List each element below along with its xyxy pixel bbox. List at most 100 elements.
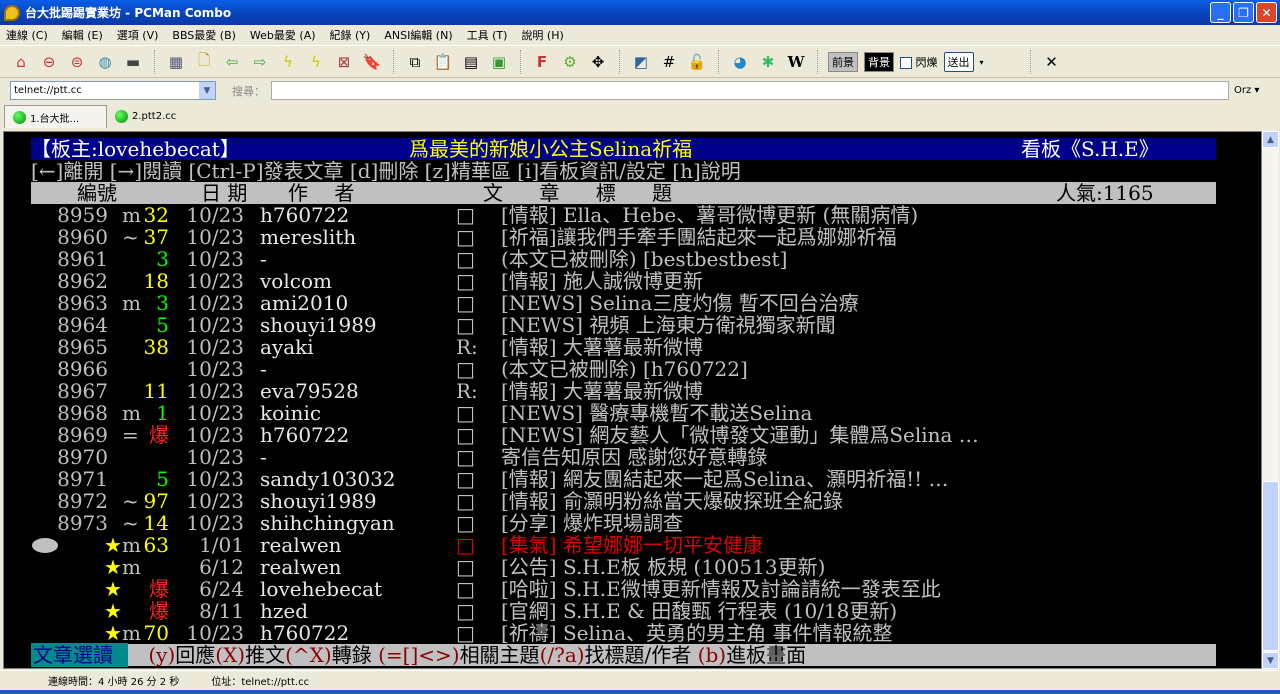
globe-icon[interactable]: ◍ xyxy=(94,51,116,73)
article-flag: □ xyxy=(456,533,475,557)
article-row[interactable]: 8968 m 1 10/23 koinic □ [NEWS] 醫療專機暫不載送Selina xyxy=(4,401,1261,425)
article-author: sandy103032 xyxy=(260,467,396,491)
screen-icon[interactable]: ◩ xyxy=(630,51,652,73)
push-count: 32 xyxy=(143,203,169,227)
col-num: 編號 xyxy=(77,181,117,205)
move-icon[interactable]: ✥ xyxy=(587,51,609,73)
paste-icon[interactable]: 📋 xyxy=(432,51,454,73)
menu-item[interactable]: 編輯 (E) xyxy=(62,27,103,43)
menu-item[interactable]: 紀錄 (Y) xyxy=(330,27,371,43)
back-icon[interactable]: ⇦ xyxy=(221,51,243,73)
article-row[interactable]: 8970 10/23- □ 寄信告知原因 感謝您好意轉錄 xyxy=(4,446,1261,468)
article-number: 8969 xyxy=(57,423,108,447)
menu-item[interactable]: 說明 (H) xyxy=(521,27,563,43)
footer-action: 進板畫面 xyxy=(726,643,807,667)
close-button[interactable]: ✕ xyxy=(1256,2,1277,23)
article-row[interactable]: ★ 爆 6/24 lovehebecat □ [哈啦] S.H.E微博更新情報及討論請統… xyxy=(4,577,1261,601)
article-date: 10/23 xyxy=(186,357,244,381)
article-row[interactable]: 8963 m 3 10/23 ami2010 □ [NEWS] Selina三度灼傷 暫不回… xyxy=(4,291,1261,315)
menu-item[interactable]: 選項 (V) xyxy=(117,27,159,43)
forward-icon[interactable]: ⇨ xyxy=(249,51,271,73)
footer-bar: 文章選讀 (y)回應(X)推文(^X)轉錄 (=[]<>)相關主題(/?a)找標… xyxy=(31,643,1216,667)
cursor-icon xyxy=(32,538,58,553)
terminal-screen[interactable]: 【板主:lovehebecat】 爲最美的新娘小公主Selina祈福 看板《S.… xyxy=(3,131,1262,669)
copy-icon[interactable]: ⧉ xyxy=(404,51,426,73)
lock-icon[interactable]: 🔓 xyxy=(686,51,708,73)
ascii-table-icon[interactable]: # xyxy=(658,51,680,73)
close-toolbar-icon[interactable]: ✕ xyxy=(1041,51,1063,73)
article-row[interactable]: 8969 = 爆 10/23 h760722 □ [NEWS] 網友藝人「微博發文運動」集體… xyxy=(4,423,1261,447)
site-list-icon[interactable]: ▦ xyxy=(165,51,187,73)
copy-ansi-icon[interactable]: ▤ xyxy=(460,51,482,73)
disconnect-icon[interactable]: ⊖ xyxy=(38,51,60,73)
footer-action: 推文 xyxy=(245,643,286,667)
address-value[interactable]: telnet://ptt.cc xyxy=(14,85,82,96)
search-screen-icon[interactable]: ▣ xyxy=(488,51,510,73)
minimize-button[interactable]: _ xyxy=(1210,2,1231,23)
article-row[interactable]: ★ m 6/12 realwen □ [公告] S.H.E板 板規 (100513更新) xyxy=(4,556,1261,578)
menu-item[interactable]: 工具 (T) xyxy=(467,27,508,43)
anti-idle-off-icon[interactable]: ϟ xyxy=(277,51,299,73)
article-row[interactable]: ★ m 63 1/01 realwen □ [集氣] 希望娜娜一切平安健康 xyxy=(4,533,1261,557)
restore-button[interactable]: ❐ xyxy=(1233,2,1254,23)
article-date: 10/23 xyxy=(186,291,244,315)
footer-key: (b) xyxy=(697,643,727,667)
blink-checkbox[interactable]: 閃爍 xyxy=(900,54,938,70)
article-row[interactable]: 8960 ~37 10/23 mereslith □ [祈福]讓我們手牽手團結起來一起爲娜… xyxy=(4,225,1261,249)
article-row[interactable]: 8973 ~14 10/23 shihchingyan □ [分享] 爆炸現場調查 xyxy=(4,512,1261,534)
flower-icon[interactable]: ✱ xyxy=(757,51,779,73)
menu-item[interactable]: Web最愛 (A) xyxy=(250,27,316,43)
send-button[interactable]: 送出 xyxy=(943,52,974,72)
tab-ptt[interactable]: 1.台大批... xyxy=(4,105,107,128)
settings-gear-icon[interactable]: ⚙ xyxy=(559,51,581,73)
article-author: - xyxy=(260,357,267,381)
article-row[interactable]: 8965 38 10/23 ayaki R: [情報] 大薯薯最新微博 xyxy=(4,336,1261,358)
foreground-color-button[interactable]: 前景 xyxy=(828,52,858,72)
background-color-button[interactable]: 背景 xyxy=(864,52,894,72)
menu-item[interactable]: BBS最愛 (B) xyxy=(172,27,236,43)
article-row[interactable]: 8966 10/23- □ (本文已被刪除) [h760722] xyxy=(4,357,1261,381)
scrollbar[interactable]: ▲ ▼ xyxy=(1262,131,1279,669)
article-title: [NEWS] 醫療專機暫不載送Selina xyxy=(501,401,813,425)
tab-ptt2[interactable]: 2.ptt2.cc xyxy=(107,105,210,128)
article-row[interactable]: 8961 3 10/23- □ (本文已被刪除) [bestbestbest] xyxy=(4,247,1261,271)
wikipedia-icon[interactable]: W xyxy=(785,51,807,73)
scroll-down-icon[interactable]: ▼ xyxy=(1262,652,1279,669)
article-flag: □ xyxy=(456,247,475,271)
scroll-thumb[interactable] xyxy=(1262,481,1279,651)
address-combobox[interactable]: telnet://ptt.cc ▼ xyxy=(10,81,216,100)
article-row[interactable]: 8962 18 10/23 volcom □ [情報] 施人誠微博更新 xyxy=(4,270,1261,292)
pcman-icon[interactable]: ◕ xyxy=(729,51,751,73)
article-row[interactable]: 8964 5 10/23 shouyi1989 □ [NEWS] 視頻 上海東方衛視獨家新… xyxy=(4,313,1261,337)
home-icon[interactable]: ⌂ xyxy=(10,51,32,73)
new-connection-icon[interactable]: 🗋 xyxy=(193,51,215,73)
tab-label: 1.台大批... xyxy=(30,113,80,125)
article-row[interactable]: 8971 5 10/23 sandy103032 □ [情報] 網友團結起來一起爲Seli… xyxy=(4,467,1261,491)
article-row[interactable]: 8959 m 32 10/23 h760722 □ [情報] Ella、Hebe、薯哥微博更… xyxy=(4,203,1261,227)
anti-idle-on-icon[interactable]: ϟ xyxy=(305,51,327,73)
article-author: h760722 xyxy=(260,203,350,227)
article-author: shouyi1989 xyxy=(260,313,377,337)
font-icon[interactable]: F xyxy=(531,51,553,73)
col-author: 作 者 xyxy=(288,181,355,205)
chevron-down-icon[interactable]: ▼ xyxy=(199,82,215,99)
send-dropdown-icon[interactable]: ▾ xyxy=(980,58,984,67)
article-date: 10/23 xyxy=(186,423,244,447)
article-row[interactable]: ★ m 70 10/23 h760722 □ [祈禱] Selina、英勇的男主角 事件情報… xyxy=(4,622,1261,644)
terminal-icon[interactable]: ▬ xyxy=(122,51,144,73)
article-author: shouyi1989 xyxy=(260,489,377,513)
scroll-up-icon[interactable]: ▲ xyxy=(1262,131,1279,148)
search-input[interactable] xyxy=(271,81,1229,100)
add-bookmark-icon[interactable]: 🔖 xyxy=(361,51,383,73)
article-date: 10/23 xyxy=(186,225,244,249)
menu-item[interactable]: 連線 (C) xyxy=(6,27,48,43)
article-row[interactable]: 8972 ~97 10/23 shouyi1989 □ [情報] 俞灝明粉絲當天爆破探班全… xyxy=(4,489,1261,513)
article-row[interactable]: ★ 爆 8/11 hzed □ [官網] S.H.E & 田馥甄 行程表 (10/18更… xyxy=(4,599,1261,623)
reconnect-icon[interactable]: ⊜ xyxy=(66,51,88,73)
article-flag: □ xyxy=(456,577,475,601)
article-star-icon: ★ xyxy=(104,599,122,623)
menu-item[interactable]: ANSI編輯 (N) xyxy=(384,27,452,43)
clear-screen-icon[interactable]: ⊠ xyxy=(333,51,355,73)
search-engine-select[interactable]: Orz ▾ xyxy=(1234,85,1259,96)
article-row[interactable]: 8967 11 10/23 eva79528 R: [情報] 大薯薯最新微博 xyxy=(4,380,1261,402)
